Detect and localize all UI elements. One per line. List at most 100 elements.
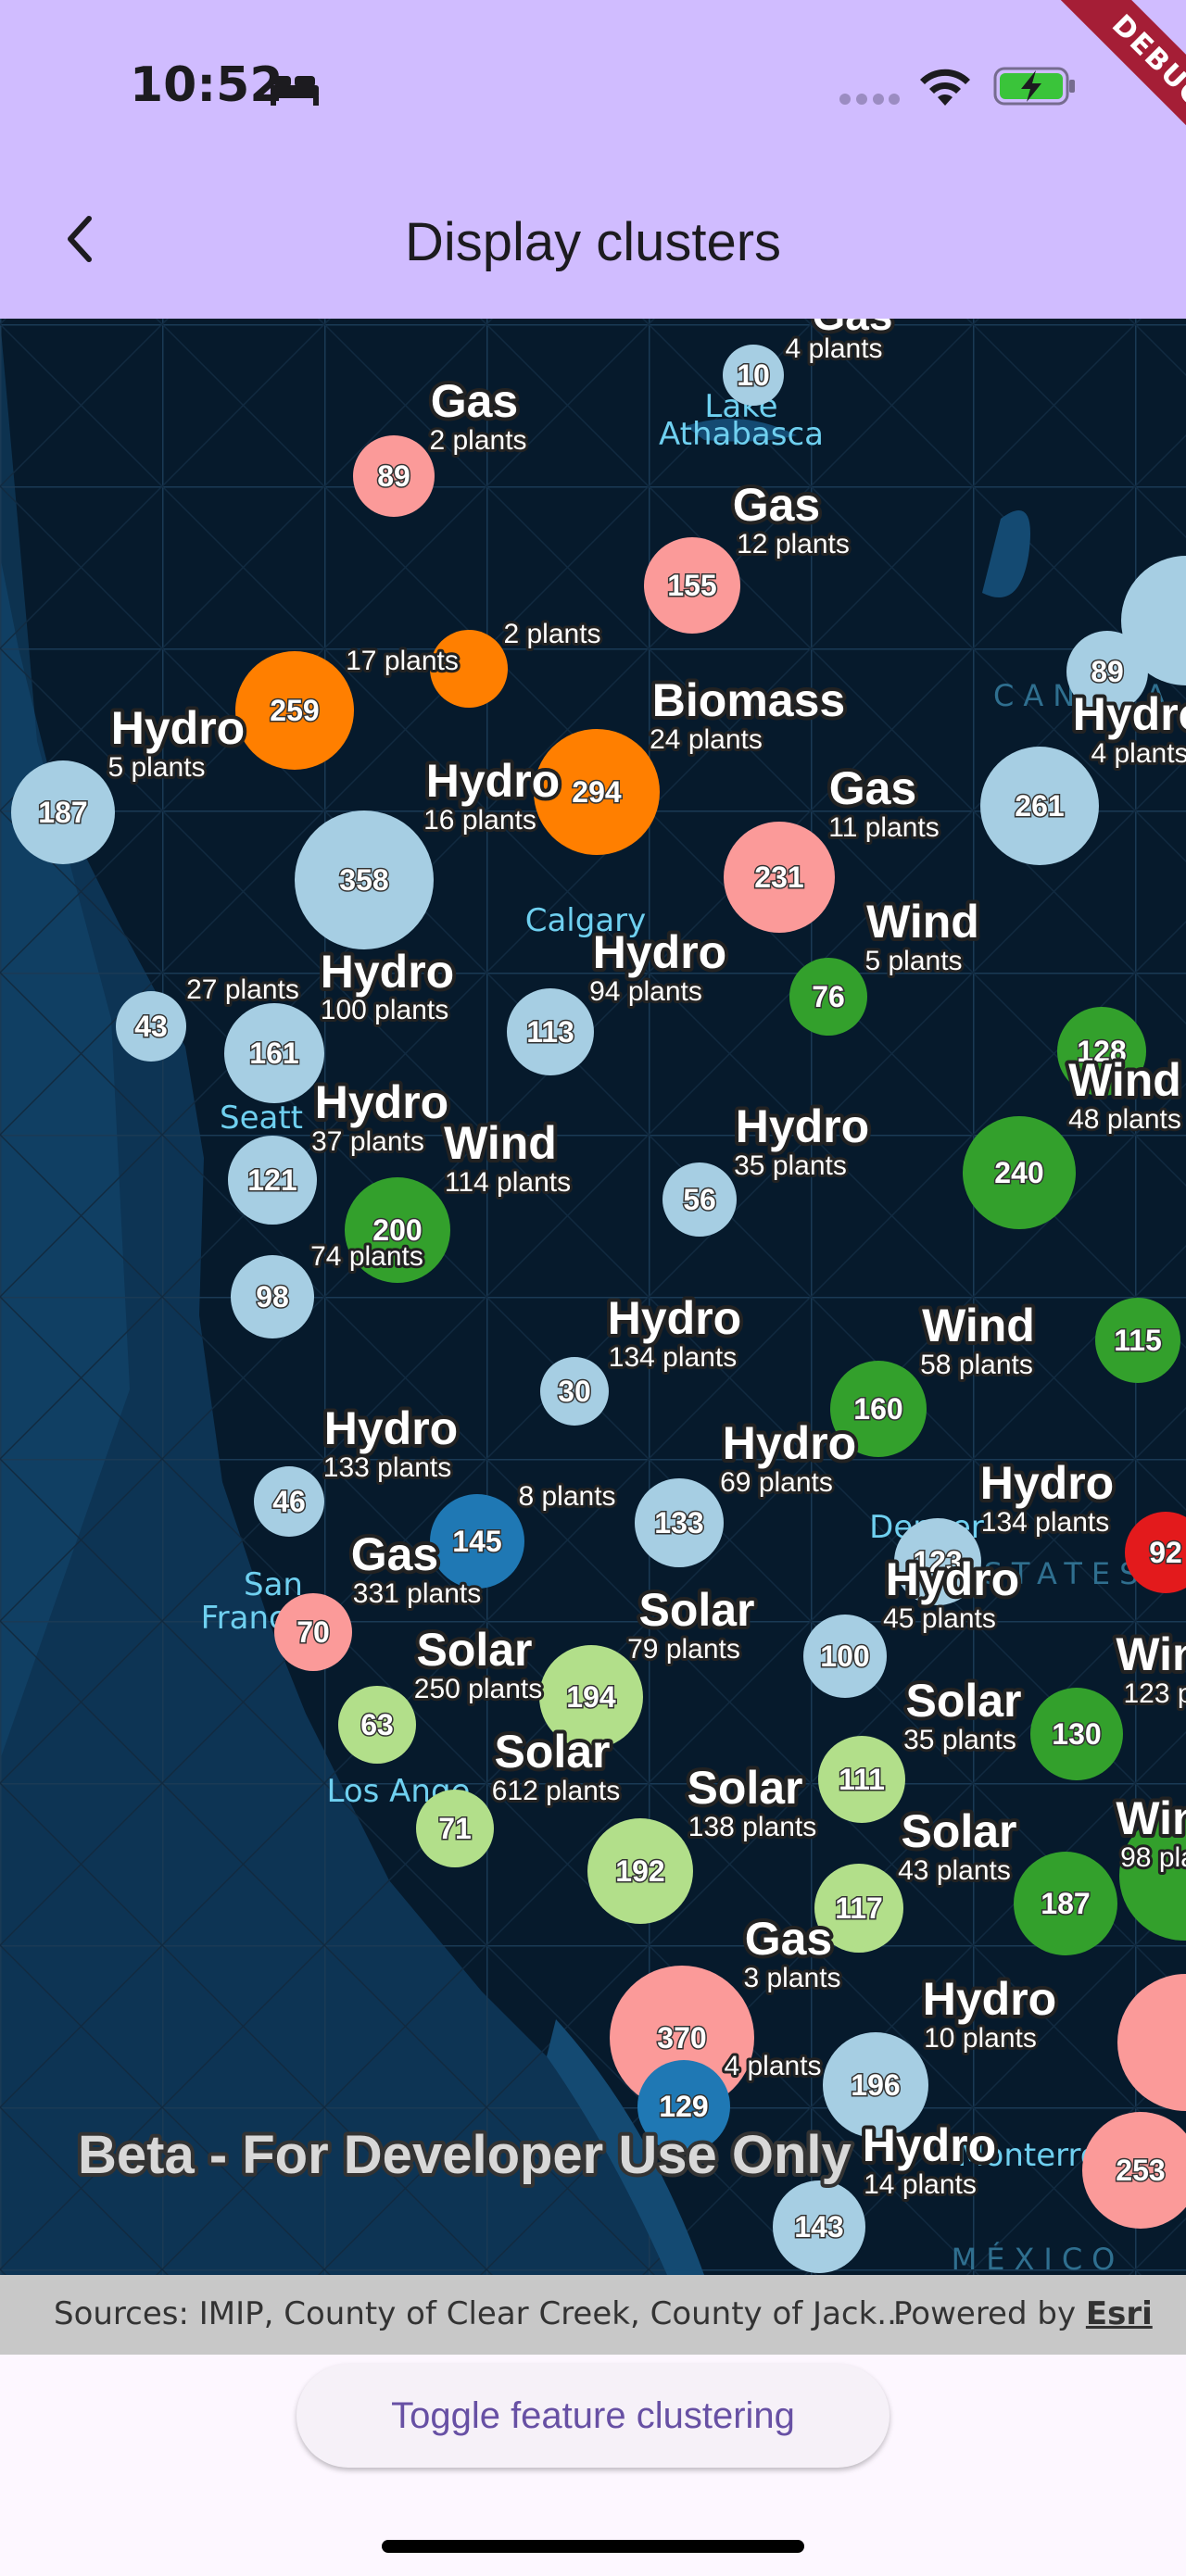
cluster-plant-count: 331 plants	[353, 1578, 481, 1609]
cluster-marker[interactable]: 187	[11, 760, 115, 864]
cluster-marker[interactable]: 113	[507, 988, 594, 1075]
cluster-plant-count: 3 plants	[743, 1963, 840, 1993]
cluster-marker[interactable]: 145	[430, 1494, 524, 1589]
cluster-count: 129	[659, 2090, 708, 2123]
cluster-count: 43	[134, 1010, 168, 1043]
cluster-marker[interactable]: 56	[662, 1162, 737, 1237]
cluster-plant-count: 58 plants	[920, 1350, 1033, 1380]
cluster-marker[interactable]: 261	[980, 747, 1099, 865]
cluster-type-label: Biomass	[652, 674, 845, 726]
cluster-marker[interactable]: 89	[353, 435, 435, 517]
powered-by[interactable]: Powered by Esri	[893, 2295, 1153, 2332]
cluster-count: 187	[38, 796, 87, 829]
cluster-plant-count: 8 plants	[518, 1481, 615, 1512]
app-bar: Display clusters	[0, 176, 1186, 319]
cluster-count: 194	[566, 1680, 616, 1714]
cluster-count: 240	[994, 1156, 1043, 1189]
page-title: Display clusters	[404, 212, 782, 272]
cluster-plant-count: 74 plants	[310, 1241, 423, 1272]
cluster-plant-count: 612 plants	[492, 1776, 620, 1806]
cluster-count: 196	[851, 2068, 900, 2102]
esri-link[interactable]: Esri	[1086, 2295, 1153, 2332]
status-time: 10:52	[130, 57, 284, 113]
cluster-marker[interactable]: 71	[416, 1790, 494, 1867]
cluster-marker[interactable]: 130	[1030, 1688, 1123, 1780]
cluster-plant-count: 43 plants	[898, 1855, 1011, 1886]
cluster-marker[interactable]: 231	[724, 822, 835, 933]
cluster-marker[interactable]: 43	[116, 991, 186, 1062]
battery-charging-icon	[993, 67, 1075, 106]
cluster-count: 130	[1052, 1717, 1101, 1751]
cluster-count: 259	[270, 694, 319, 727]
cluster-marker[interactable]: 143	[773, 2180, 865, 2273]
cluster-type-label: Gas	[745, 1913, 833, 1965]
cluster-marker[interactable]: 76	[789, 958, 867, 1036]
cluster-type-label: Win	[1116, 1792, 1186, 1844]
cluster-plant-count: 134 plants	[609, 1342, 737, 1373]
cluster-marker[interactable]: 30	[540, 1357, 609, 1426]
cluster-type-label: Wind	[922, 1300, 1035, 1351]
cluster-marker[interactable]: 100	[803, 1615, 887, 1698]
toggle-clustering-button[interactable]: Toggle feature clustering	[296, 2364, 890, 2468]
cluster-count: 30	[558, 1375, 591, 1408]
city-label: San	[244, 1566, 303, 1603]
cluster-type-label: Hydro	[863, 2119, 996, 2171]
cluster-plant-count: 134 plants	[981, 1507, 1109, 1538]
cluster-marker[interactable]: 187	[1014, 1852, 1117, 1955]
cluster-marker[interactable]: 115	[1095, 1298, 1180, 1383]
cluster-plant-count: 37 plants	[311, 1126, 424, 1157]
cluster-count: 76	[812, 980, 845, 1013]
cluster-marker[interactable]: 10	[723, 345, 784, 406]
cluster-plant-count: 250 plants	[414, 1674, 542, 1704]
city-label: MÉXICO	[952, 2242, 1125, 2275]
cluster-marker[interactable]: 133	[635, 1478, 724, 1567]
cluster-plant-count: 35 plants	[734, 1150, 847, 1181]
powered-by-label: Powered by	[893, 2295, 1077, 2332]
cluster-plant-count: 16 plants	[423, 805, 536, 836]
cluster-marker[interactable]: 46	[254, 1466, 324, 1537]
cluster-type-label: Wind	[444, 1117, 557, 1169]
cluster-marker[interactable]: 63	[338, 1686, 416, 1764]
cluster-count: 70	[296, 1615, 330, 1649]
cluster-plant-count: 98 pla	[1120, 1842, 1186, 1873]
bottom-panel: Toggle feature clustering	[0, 2355, 1186, 2576]
cluster-count: 261	[1015, 789, 1064, 823]
cluster-marker[interactable]: 98	[231, 1255, 314, 1338]
cluster-count: 192	[615, 1854, 664, 1888]
attribution-bar: Sources: IMIP, County of Clear Creek, Co…	[0, 2275, 1186, 2355]
cluster-marker[interactable]: 259	[235, 651, 354, 770]
cluster-plant-count: 114 plants	[445, 1167, 571, 1198]
cluster-marker[interactable]: 121	[228, 1136, 317, 1225]
cluster-plant-count: 123 p	[1123, 1678, 1186, 1709]
cluster-type-label: Gas	[733, 479, 821, 531]
cluster-marker[interactable]: 192	[587, 1818, 693, 1924]
cluster-count: 121	[247, 1163, 296, 1197]
map-view[interactable]: Lake Athabasca Calgary Seatt San Francisco Los…	[0, 319, 1186, 2275]
cluster-type-label: Hydro	[1073, 688, 1186, 740]
cluster-type-label: Hydro	[111, 702, 245, 754]
attribution-sources[interactable]: Sources: IMIP, County of Clear Creek, Co…	[54, 2295, 907, 2332]
cluster-marker[interactable]: 240	[963, 1116, 1076, 1229]
cluster-count: 71	[438, 1812, 472, 1845]
cluster-marker[interactable]: 111	[818, 1736, 905, 1823]
cluster-count: 231	[754, 861, 803, 894]
cluster-count: 89	[377, 459, 410, 493]
cluster-plant-count: 100 plants	[321, 995, 448, 1025]
cluster-plant-count: 4 plants	[1091, 738, 1186, 769]
cluster-type-label: Wind	[1068, 1054, 1181, 1106]
cluster-count: 46	[272, 1485, 306, 1518]
cluster-count: 161	[249, 1037, 298, 1070]
map-canvas[interactable]: LakeAthabascaCalgarySeattSanFranciscoLos…	[0, 319, 1186, 2275]
cluster-marker[interactable]: 70	[274, 1593, 352, 1671]
cluster-plant-count: 48 plants	[1068, 1104, 1181, 1135]
cluster-plant-count: 12 plants	[737, 529, 850, 559]
cluster-plant-count: 5 plants	[864, 946, 962, 976]
cluster-plant-count: 5 plants	[107, 752, 205, 783]
cluster-marker[interactable]: 155	[644, 537, 740, 634]
cluster-plant-count: 69 plants	[720, 1467, 833, 1498]
cluster-plant-count: 35 plants	[903, 1725, 1016, 1755]
cluster-count: 160	[853, 1392, 902, 1426]
cluster-marker[interactable]: 161	[224, 1003, 324, 1103]
cluster-marker[interactable]: 358	[295, 810, 434, 949]
cluster-count: 143	[794, 2210, 843, 2243]
